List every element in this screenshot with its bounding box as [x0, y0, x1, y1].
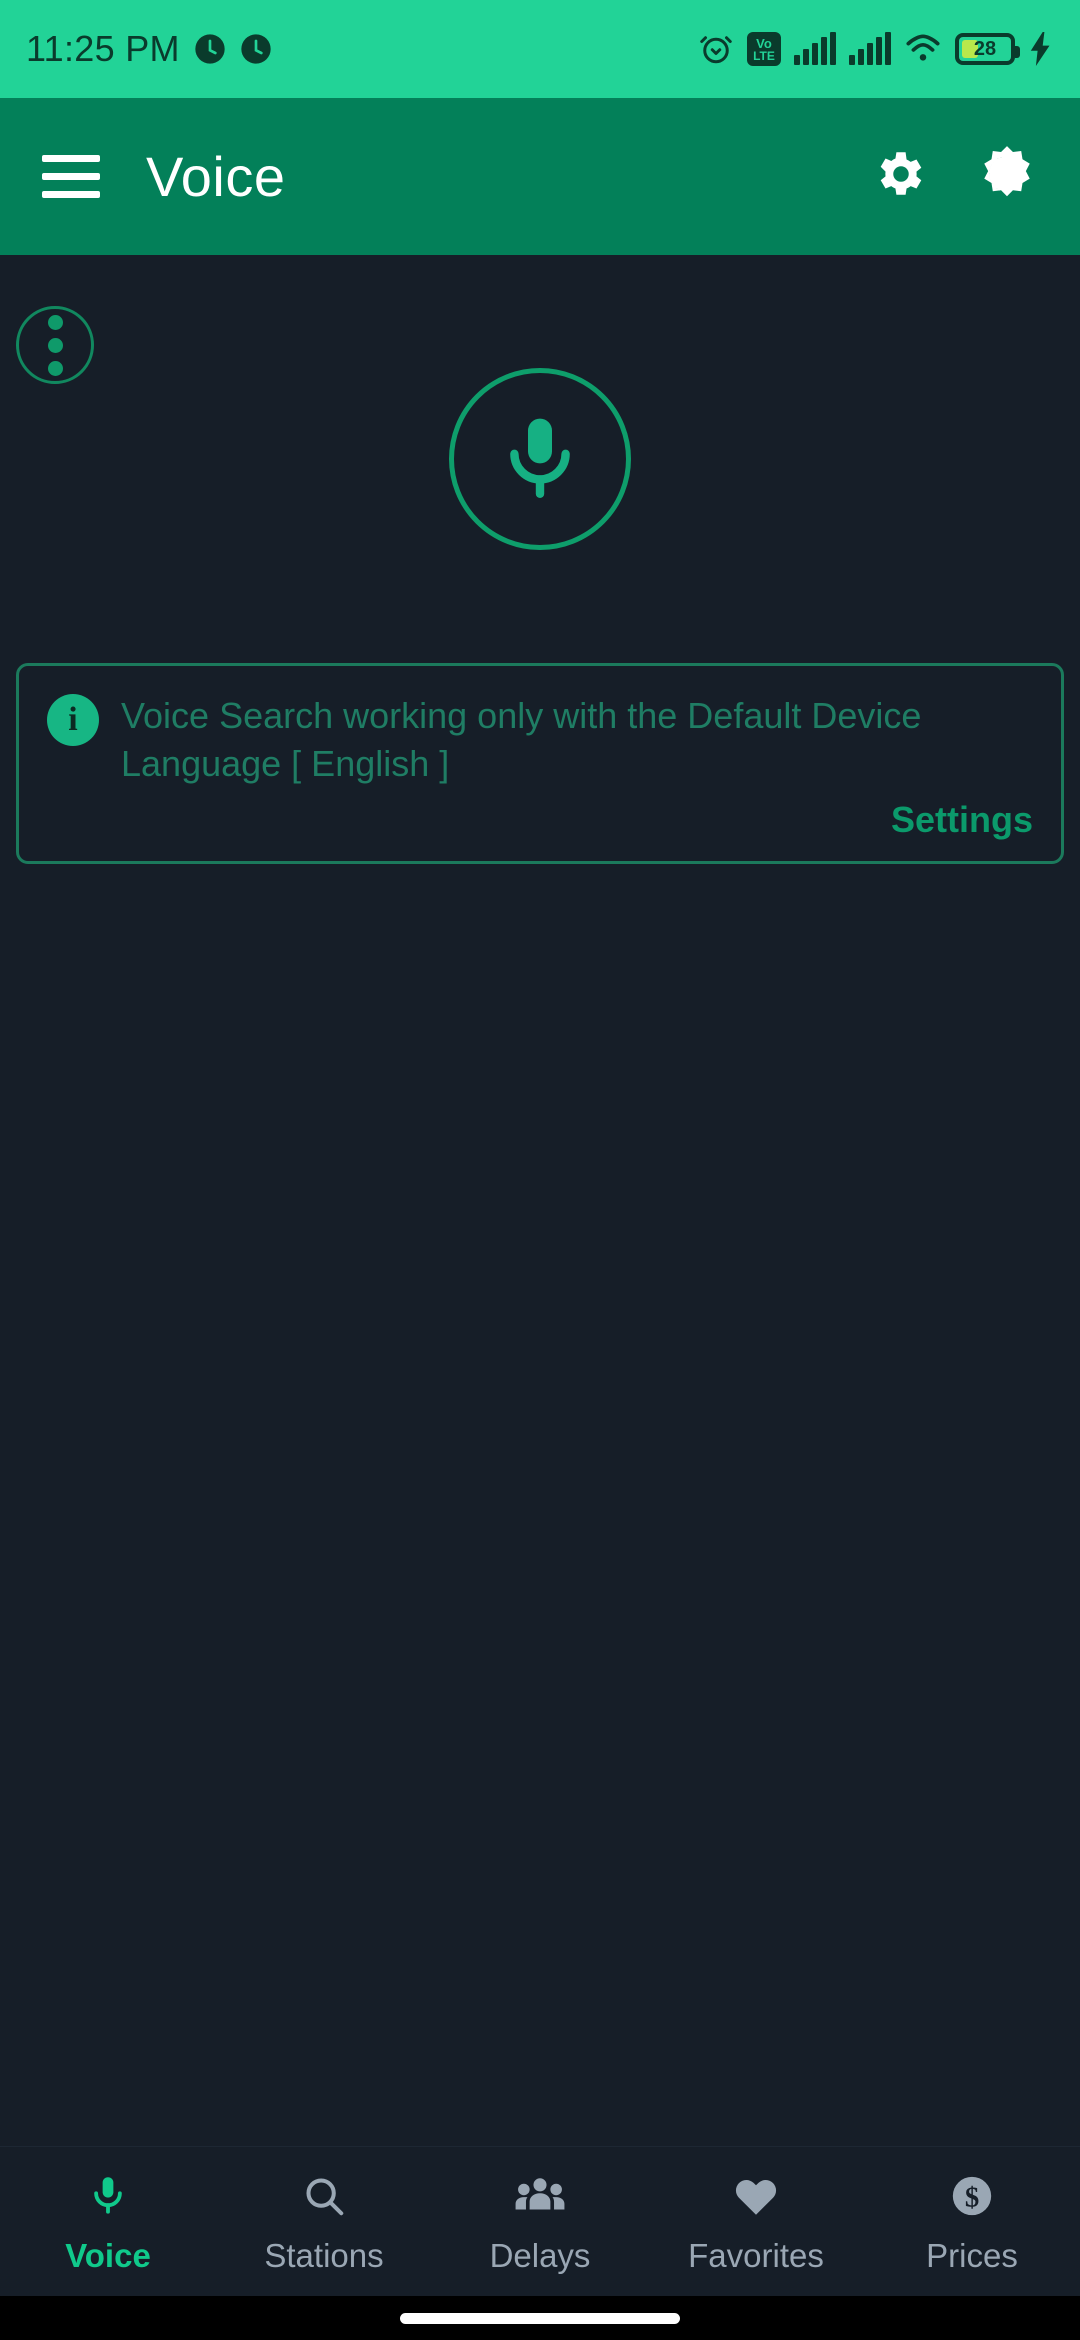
volte-top-label: Vo	[756, 35, 772, 51]
nav-label-stations: Stations	[264, 2236, 384, 2274]
nav-item-delays[interactable]: Delays	[432, 2147, 648, 2296]
voice-search-area	[0, 368, 1080, 550]
nav-label-prices: Prices	[926, 2236, 1018, 2274]
heart-icon	[732, 2169, 780, 2223]
dark-mode-toggle-icon	[976, 143, 1038, 210]
volte-bottom-label: LTE	[753, 48, 775, 63]
volte-icon: Vo LTE	[747, 32, 781, 66]
nav-label-voice: Voice	[65, 2236, 151, 2274]
status-bar-right: Vo LTE 28	[698, 31, 1054, 67]
phone-screen: 11:25 PM Vo LTE 28 Voice i Voice Search …	[0, 0, 1080, 2340]
nav-item-prices[interactable]: $ Prices	[864, 2147, 1080, 2296]
gear-icon	[872, 145, 930, 208]
clock-badge-icon	[240, 33, 272, 65]
status-bar: 11:25 PM Vo LTE 28	[0, 0, 1080, 98]
nav-item-voice[interactable]: Voice	[0, 2147, 216, 2296]
clock-badge-icon	[194, 33, 226, 65]
main-content: i Voice Search working only with the Def…	[0, 255, 1080, 2146]
three-dots-vertical-icon	[47, 314, 63, 330]
home-gesture-pill[interactable]	[400, 2312, 680, 2324]
battery-level-label: 28	[973, 38, 997, 60]
signal-sim1-icon	[794, 32, 836, 65]
gesture-navigation-bar	[0, 2296, 1080, 2340]
nav-label-favorites: Favorites	[688, 2236, 824, 2274]
nav-item-favorites[interactable]: Favorites	[648, 2147, 864, 2296]
status-bar-clock: 11:25 PM	[26, 28, 180, 69]
bottom-navigation: Voice Stations Delays Favorites $ Prices	[0, 2146, 1080, 2296]
page-title: Voice	[146, 145, 286, 208]
app-bar-actions	[870, 146, 1038, 208]
info-card-message: Voice Search working only with the Defau…	[121, 695, 922, 784]
charging-bolt-icon	[1028, 32, 1054, 66]
theme-toggle-button[interactable]	[976, 146, 1038, 208]
settings-button[interactable]	[870, 146, 932, 208]
app-bar: Voice	[0, 98, 1080, 255]
voice-record-button[interactable]	[449, 368, 631, 550]
info-card-body: i Voice Search working only with the Def…	[47, 692, 1033, 787]
microphone-icon	[492, 409, 588, 510]
info-icon: i	[47, 694, 99, 746]
nav-label-delays: Delays	[489, 2236, 591, 2274]
dollar-coin-icon: $	[949, 2169, 995, 2223]
search-icon	[301, 2169, 347, 2223]
status-bar-left: 11:25 PM	[26, 28, 272, 70]
svg-text:$: $	[965, 2181, 979, 2213]
hamburger-menu-icon[interactable]	[42, 155, 100, 198]
microphone-icon	[85, 2169, 131, 2223]
wifi-icon	[904, 32, 942, 66]
signal-sim2-icon	[849, 32, 891, 65]
people-group-icon	[515, 2169, 565, 2223]
battery-icon: 28	[955, 33, 1020, 65]
info-card: i Voice Search working only with the Def…	[16, 663, 1064, 865]
alarm-icon	[698, 31, 734, 67]
info-card-settings-link[interactable]: Settings	[47, 799, 1033, 841]
nav-item-stations[interactable]: Stations	[216, 2147, 432, 2296]
